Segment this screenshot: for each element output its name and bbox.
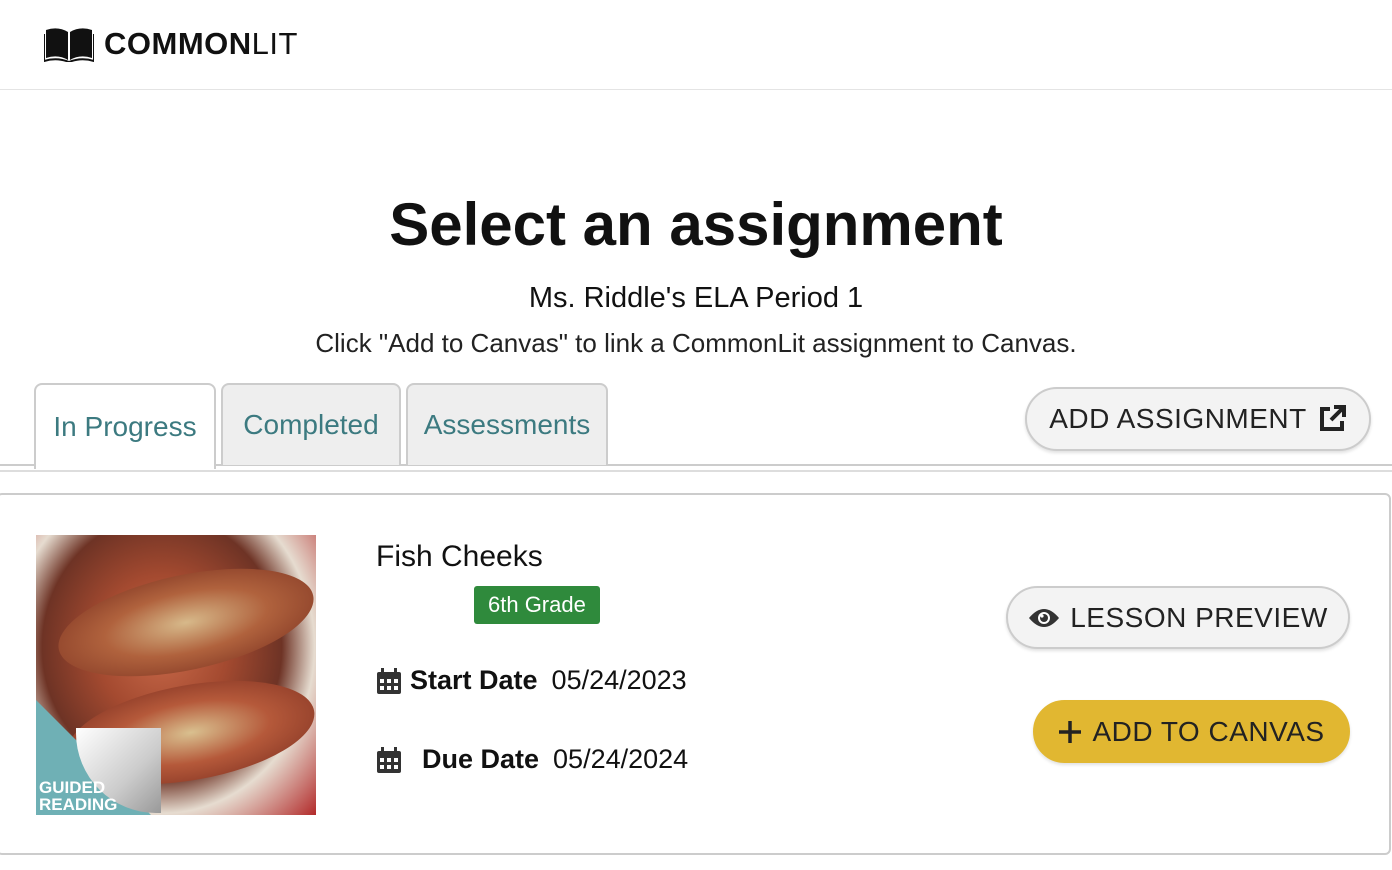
eye-icon — [1029, 608, 1060, 627]
calendar-icon — [377, 746, 401, 773]
due-date-label: Due Date — [422, 744, 540, 774]
top-header: COMMONLIT — [0, 0, 1392, 90]
start-date-row: Start Date 05/24/2023 — [376, 665, 687, 696]
grade-badge: 6th Grade — [474, 586, 600, 624]
commonlit-logo[interactable]: COMMONLIT — [44, 26, 298, 62]
start-date-value: 05/24/2023 — [551, 665, 687, 695]
add-assignment-label: ADD ASSIGNMENT — [1049, 403, 1307, 434]
tab-divider-2 — [0, 470, 1392, 472]
calendar-icon — [377, 667, 401, 694]
open-book-icon — [44, 28, 94, 62]
tab-completed[interactable]: Completed — [221, 383, 401, 465]
instructions: Click "Add to Canvas" to link a CommonLi… — [315, 328, 1077, 358]
due-date-value: 05/24/2024 — [553, 744, 689, 774]
external-link-icon — [1319, 405, 1346, 431]
assignment-thumbnail[interactable]: GUIDED READING — [36, 535, 316, 815]
class-name: Ms. Riddle's ELA Period 1 — [528, 282, 864, 314]
lesson-preview-label: LESSON PREVIEW — [1070, 601, 1328, 633]
due-date-row: Due Date 05/24/2024 — [376, 744, 688, 775]
lesson-preview-button[interactable]: LESSON PREVIEW — [1006, 586, 1350, 649]
plus-icon — [1059, 720, 1082, 743]
tab-in-progress[interactable]: In Progress — [34, 383, 216, 469]
add-assignment-button[interactable]: ADD ASSIGNMENT — [1025, 387, 1371, 451]
add-to-canvas-button[interactable]: ADD TO CANVAS — [1033, 700, 1350, 763]
page-title: Select an assignment — [389, 191, 1003, 258]
start-date-label: Start Date — [410, 665, 538, 695]
thumbnail-overlay-text: GUIDED READING — [39, 778, 118, 814]
brand-bold: COMMON — [104, 26, 252, 61]
tab-assessments[interactable]: Assessments — [406, 383, 608, 465]
assignment-title: Fish Cheeks — [376, 540, 543, 573]
brand-light: LIT — [251, 26, 298, 61]
add-to-canvas-label: ADD TO CANVAS — [1092, 715, 1325, 747]
